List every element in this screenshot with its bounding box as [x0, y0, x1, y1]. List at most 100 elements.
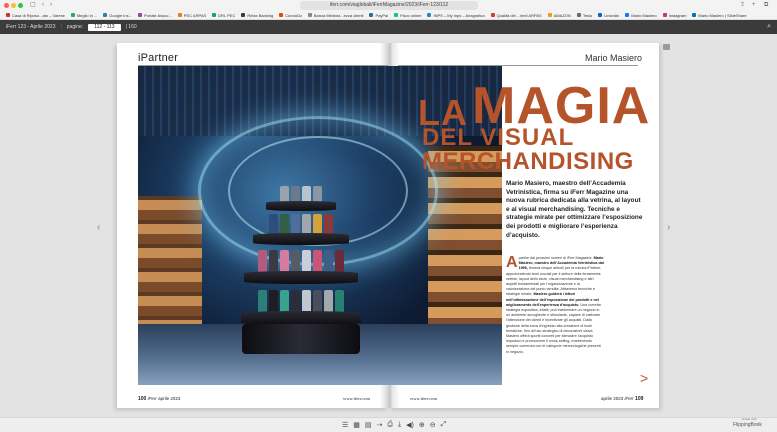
- bookmark-label: INPS – My Inps – Anagrafica: [433, 12, 485, 18]
- bookmark-favicon-icon: [103, 13, 108, 17]
- bookmark-favicon-icon: [490, 13, 495, 17]
- page-total: | 160: [125, 24, 137, 30]
- new-tab-icon[interactable]: +: [752, 1, 756, 10]
- body-text-3: Una corretta strategia espositiva, infat…: [506, 302, 601, 354]
- prev-page-icon[interactable]: ‹: [97, 222, 100, 233]
- bookmark-favicon-icon: [547, 13, 552, 17]
- bookmark-item[interactable]: Meglio in ...: [70, 12, 98, 18]
- display-tower: [241, 186, 361, 356]
- body-text-1: partire dai prossimi numeri di iFerr Mag…: [518, 256, 594, 260]
- bookmark-item[interactable]: Casa di Riposo...ato – Varese: [6, 13, 65, 18]
- bookmark-favicon-icon: [427, 13, 432, 17]
- bookmark-favicon-icon: [137, 13, 142, 17]
- bookmark-label: Qualità del ...ienti ARPAS: [496, 12, 542, 18]
- bookmark-item[interactable]: Mario Masiero: [625, 12, 657, 18]
- address-bar[interactable]: iferr.com/viaglobali/iFerrMagazine/2023/…: [300, 1, 478, 10]
- tier-1: [266, 201, 336, 211]
- bookmark-item[interactable]: Google Ins...: [103, 13, 132, 18]
- bookmark-label: Mario Masiero: [631, 12, 657, 18]
- tier-3: [244, 271, 358, 284]
- bookmark-item[interactable]: PayPal: [369, 13, 388, 18]
- close-window-button[interactable]: [4, 3, 9, 8]
- volume-icon[interactable]: ◀): [406, 421, 414, 429]
- download-icon[interactable]: ⤓: [398, 421, 401, 429]
- jar-row-4: [258, 290, 344, 312]
- bookmark-item[interactable]: Tesio: [576, 12, 593, 18]
- drop-cap: A: [506, 254, 518, 271]
- bookmark-label: LinkedIn: [604, 12, 620, 18]
- bookmark-item[interactable]: LinkedIn: [598, 13, 619, 18]
- bookmark-item[interactable]: CondoDz: [279, 13, 302, 18]
- author-name: Mario Masiero: [585, 53, 643, 63]
- sidebar-toggle-icon[interactable]: ▢: [30, 1, 36, 10]
- jar-row-3: [258, 250, 344, 272]
- tier-4: [241, 311, 361, 325]
- flippingbook-credit: create with: [742, 417, 757, 421]
- minimize-window-button[interactable]: [11, 3, 16, 8]
- table-of-contents-icon[interactable]: ☰: [342, 421, 348, 429]
- bookmark-favicon-icon: [576, 13, 581, 17]
- back-icon[interactable]: ‹: [42, 1, 44, 10]
- flippingbook-logo[interactable]: FlippingBook: [733, 422, 762, 428]
- bookmarks-bar: Casa di Riposo...ato – Varese Meglio in .…: [0, 11, 777, 20]
- tab-overview-icon[interactable]: ⧉: [764, 1, 768, 10]
- print-icon[interactable]: ⎙: [387, 421, 393, 429]
- fullscreen-icon[interactable]: ⤢: [441, 421, 447, 429]
- bookmark-label: Portale Assoc...: [143, 12, 172, 18]
- bookmark-item[interactable]: Relax Banking: [241, 13, 273, 18]
- bookmark-label: PayPal: [375, 12, 389, 18]
- tower-base: [242, 324, 360, 354]
- issue-title: iFerr 123 - Aprile 2023: [6, 24, 56, 30]
- bookmark-item[interactable]: Instagram: [662, 12, 687, 18]
- share-icon[interactable]: ⇢: [377, 421, 383, 429]
- bookmark-favicon-icon: [279, 13, 284, 17]
- bookmark-item[interactable]: INPS – My Inps – Anagrafica: [427, 12, 485, 18]
- footer-site-left[interactable]: www.iferr.com: [343, 396, 370, 401]
- forward-icon[interactable]: ›: [50, 1, 52, 10]
- browser-titlebar: ▢ ‹ › iferr.com/viaglobali/iFerrMagazine…: [0, 0, 777, 11]
- grid-icon[interactable]: ▤: [365, 421, 372, 429]
- bookmark-item[interactable]: DRL PEC: [212, 13, 235, 18]
- bookmark-label: Meglio in ...: [76, 12, 98, 18]
- zoom-in-icon[interactable]: ⊕: [419, 421, 425, 429]
- bookmark-label: DRL PEC: [218, 12, 236, 18]
- bookmark-favicon-icon: [369, 13, 374, 17]
- bookmark-favicon-icon: [662, 13, 667, 17]
- bookmark-item[interactable]: Qualità del ...ienti ARPAS: [490, 12, 542, 18]
- page-number-input[interactable]: 112 - 113: [88, 23, 121, 31]
- footer-left: 100 iFerr aprile 2023: [138, 396, 181, 402]
- bookmark-item[interactable]: Fisco online: [394, 13, 421, 18]
- footer-right: aprile 2023 iFerr 109: [601, 396, 644, 402]
- bookmark-item[interactable]: Portale Assoc...: [137, 12, 172, 18]
- bookmark-item[interactable]: PEC ARPAS: [177, 12, 207, 18]
- thumbnails-icon[interactable]: ▦: [353, 421, 360, 429]
- bookmark-label: Mario Masiero | SlideShare: [698, 12, 747, 18]
- bookmark-favicon-icon: [625, 13, 630, 17]
- article-body: Apartire dai prossimi numeri di iFerr Ma…: [506, 254, 604, 355]
- footer-site-right[interactable]: www.iferr.com: [410, 396, 437, 401]
- bookmark-label: Banca Mediola...ezza clienti: [313, 12, 364, 18]
- bookmark-favicon-icon: [212, 13, 217, 17]
- next-page-icon[interactable]: ›: [667, 222, 670, 233]
- bookmark-item[interactable]: AMAZON: [547, 12, 571, 18]
- bookmark-favicon-icon: [70, 13, 75, 17]
- zoom-out-icon[interactable]: ⊖: [430, 421, 436, 429]
- search-icon[interactable]: ⌕: [767, 23, 771, 31]
- bookmark-label: CondoDz: [285, 12, 302, 18]
- bookmark-favicon-icon: [692, 13, 697, 17]
- bookmark-label: AMAZON: [553, 12, 571, 18]
- bookmark-label: Relax Banking: [247, 12, 274, 18]
- viewer-bottom-toolbar: ☰ ▦ ▤ ⇢ ⎙ ⤓ ◀) ⊕ ⊖ ⤢ FlippingBook: [0, 417, 777, 432]
- bookmark-item[interactable]: Mario Masiero | SlideShare: [692, 12, 747, 18]
- bookmark-label: Tesio: [582, 12, 593, 18]
- bookmark-label: PEC ARPAS: [183, 12, 207, 18]
- bookmark-icon[interactable]: [663, 44, 670, 50]
- jar-row-2: [269, 214, 333, 234]
- bookmark-label: Instagram: [668, 12, 687, 18]
- viewer-toolbar: iFerr 123 - Aprile 2023 | pagine: 112 - …: [0, 20, 777, 34]
- jar-row-top: [280, 186, 322, 202]
- share-icon[interactable]: ⇪: [740, 1, 745, 10]
- maximize-window-button[interactable]: [18, 3, 23, 8]
- bookmark-item[interactable]: Banca Mediola...ezza clienti: [307, 12, 364, 18]
- bookmark-label: Google Ins...: [109, 12, 132, 18]
